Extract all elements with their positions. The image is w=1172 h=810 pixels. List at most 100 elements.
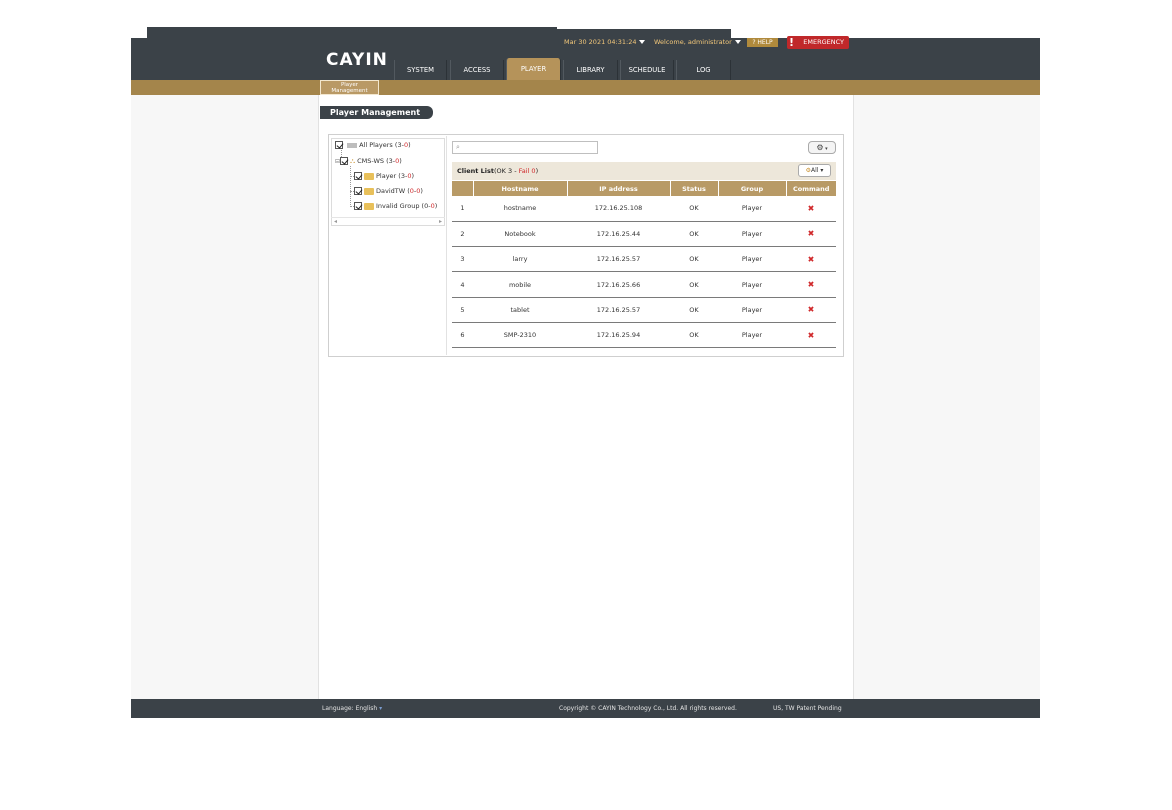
chevron-down-icon: ▾ — [379, 705, 383, 712]
row-index: 4 — [452, 271, 473, 298]
col-hostname[interactable]: Hostname — [473, 181, 568, 196]
status-cell: OK — [670, 322, 718, 349]
fail-count: 0 — [395, 157, 400, 165]
status-cell: OK — [670, 297, 718, 323]
tab-schedule[interactable]: SCHEDULE — [620, 60, 674, 80]
col-status[interactable]: Status — [670, 181, 719, 196]
table-row[interactable]: 4 mobile 172.16.25.66 OK Player ✖ — [452, 271, 836, 298]
col-group[interactable]: Group — [718, 181, 787, 196]
folder-icon — [364, 187, 374, 195]
ip-cell: 172.16.25.57 — [567, 246, 670, 273]
tree-item-group[interactable]: DavidTW (0-0) — [354, 186, 423, 196]
hostname-cell: hostname — [473, 196, 567, 222]
table-header-row: Hostname IP address Status Group Command — [452, 181, 836, 196]
app-window: CAYIN Mar 30 2021 04:31:24 Welcome, admi… — [0, 0, 1172, 810]
table-row[interactable]: 2 Notebook 172.16.25.44 OK Player ✖ — [452, 221, 836, 248]
gear-icon: ⚙ — [816, 143, 824, 152]
ip-cell: 172.16.25.108 — [567, 196, 670, 222]
table-row[interactable]: 1 hostname 172.16.25.108 OK Player ✖ — [452, 196, 836, 222]
hostname-cell: Notebook — [473, 221, 567, 248]
ok-summary: OK 3 — [496, 167, 513, 175]
checkbox[interactable] — [340, 157, 349, 165]
col-ip[interactable]: IP address — [567, 181, 671, 196]
tree-label: DavidTW — [376, 187, 406, 195]
tab-log[interactable]: LOG — [676, 60, 731, 80]
language-selector[interactable]: Language: English ▾ — [322, 705, 382, 712]
delete-icon[interactable]: ✖ — [786, 221, 836, 248]
tree-scrollbar[interactable]: ◂ ▸ — [331, 217, 445, 226]
language-label: Language: — [322, 705, 354, 712]
tree-label: CMS-WS — [357, 157, 385, 165]
ip-cell: 172.16.25.94 — [567, 322, 670, 349]
delete-icon[interactable]: ✖ — [786, 271, 836, 298]
folder-icon — [364, 202, 374, 210]
datetime-text: Mar 30 2021 04:31:24 — [564, 38, 637, 46]
tab-system[interactable]: SYSTEM — [394, 60, 447, 80]
emergency-label: EMERGENCY — [803, 38, 844, 46]
checkbox[interactable] — [354, 172, 362, 180]
hostname-cell: SMP-2310 — [473, 322, 567, 349]
right-margin — [853, 95, 1040, 699]
settings-button[interactable]: ⚙ ▾ — [808, 141, 836, 154]
tree-item-server[interactable]: ⊟ ⛬ CMS-WS (3-0) — [335, 156, 402, 166]
row-index: 2 — [452, 221, 473, 248]
scroll-left-icon[interactable]: ◂ — [334, 218, 337, 225]
client-list-label: Client List — [457, 167, 494, 175]
tree-item-group[interactable]: Player (3-0) — [354, 171, 414, 181]
status-cell: OK — [670, 196, 718, 222]
filter-dropdown[interactable]: ⚙All ▾ — [798, 164, 831, 177]
tree-item-all-players[interactable]: All Players (3-0) — [335, 140, 411, 150]
tab-library[interactable]: LIBRARY — [563, 60, 618, 80]
row-index: 6 — [452, 322, 473, 349]
group-cell: Player — [718, 322, 786, 349]
folder-icon — [364, 172, 374, 180]
table-row[interactable]: 5 tablet 172.16.25.57 OK Player ✖ — [452, 297, 836, 323]
language-value: English — [355, 705, 378, 712]
delete-icon[interactable]: ✖ — [786, 297, 836, 323]
tree-connector — [350, 166, 351, 207]
players-icon — [347, 142, 358, 148]
hostname-cell: larry — [473, 246, 567, 273]
client-list-title: Client List(OK 3 - Fail 0) — [457, 167, 539, 175]
col-index — [452, 181, 474, 196]
datetime-dropdown[interactable]: Mar 30 2021 04:31:24 — [564, 38, 646, 46]
delete-icon[interactable]: ✖ — [786, 196, 836, 222]
delete-icon[interactable]: ✖ — [786, 322, 836, 349]
table-row[interactable]: 6 SMP-2310 172.16.25.94 OK Player ✖ — [452, 322, 836, 349]
checkbox[interactable] — [354, 202, 362, 210]
left-margin — [131, 95, 319, 699]
row-index: 1 — [452, 196, 473, 222]
panel-divider — [446, 136, 447, 355]
group-cell: Player — [718, 271, 786, 298]
col-command: Command — [786, 181, 836, 196]
search-icon: ⌕ — [456, 143, 460, 151]
copyright-text: Copyright © CAYIN Technology Co., Ltd. A… — [559, 705, 737, 712]
fail-count: 0 — [416, 187, 421, 195]
group-cell: Player — [718, 246, 786, 273]
ok-count: 3 — [388, 157, 393, 165]
checkbox[interactable] — [354, 187, 362, 195]
tab-access[interactable]: ACCESS — [450, 60, 504, 80]
search-input[interactable]: ⌕ — [452, 141, 598, 154]
group-cell: Player — [718, 196, 786, 222]
scroll-right-icon[interactable]: ▸ — [439, 218, 442, 225]
ok-count: 3 — [400, 172, 405, 180]
user-menu[interactable]: Welcome, administrator — [654, 38, 741, 46]
ok-count: 0 — [424, 202, 429, 210]
chevron-down-icon — [639, 40, 646, 44]
chevron-down-icon — [734, 40, 741, 44]
fail-count: 0 — [407, 172, 412, 180]
delete-icon[interactable]: ✖ — [786, 246, 836, 273]
checkbox[interactable] — [335, 141, 343, 149]
welcome-text: Welcome, administrator — [654, 38, 732, 46]
tree-item-group[interactable]: Invalid Group (0-0) — [354, 201, 437, 211]
tree-label: Invalid Group — [376, 202, 420, 210]
tree-label: Player — [376, 172, 397, 180]
subtab-line2: Management — [331, 88, 368, 94]
fail-summary: Fail 0 — [518, 167, 536, 175]
help-button[interactable]: ? HELP — [747, 38, 778, 47]
table-row[interactable]: 3 larry 172.16.25.57 OK Player ✖ — [452, 246, 836, 273]
subtab-player-management[interactable]: Player Management — [320, 80, 379, 95]
group-cell: Player — [718, 221, 786, 248]
tab-player[interactable]: PLAYER — [506, 58, 561, 80]
